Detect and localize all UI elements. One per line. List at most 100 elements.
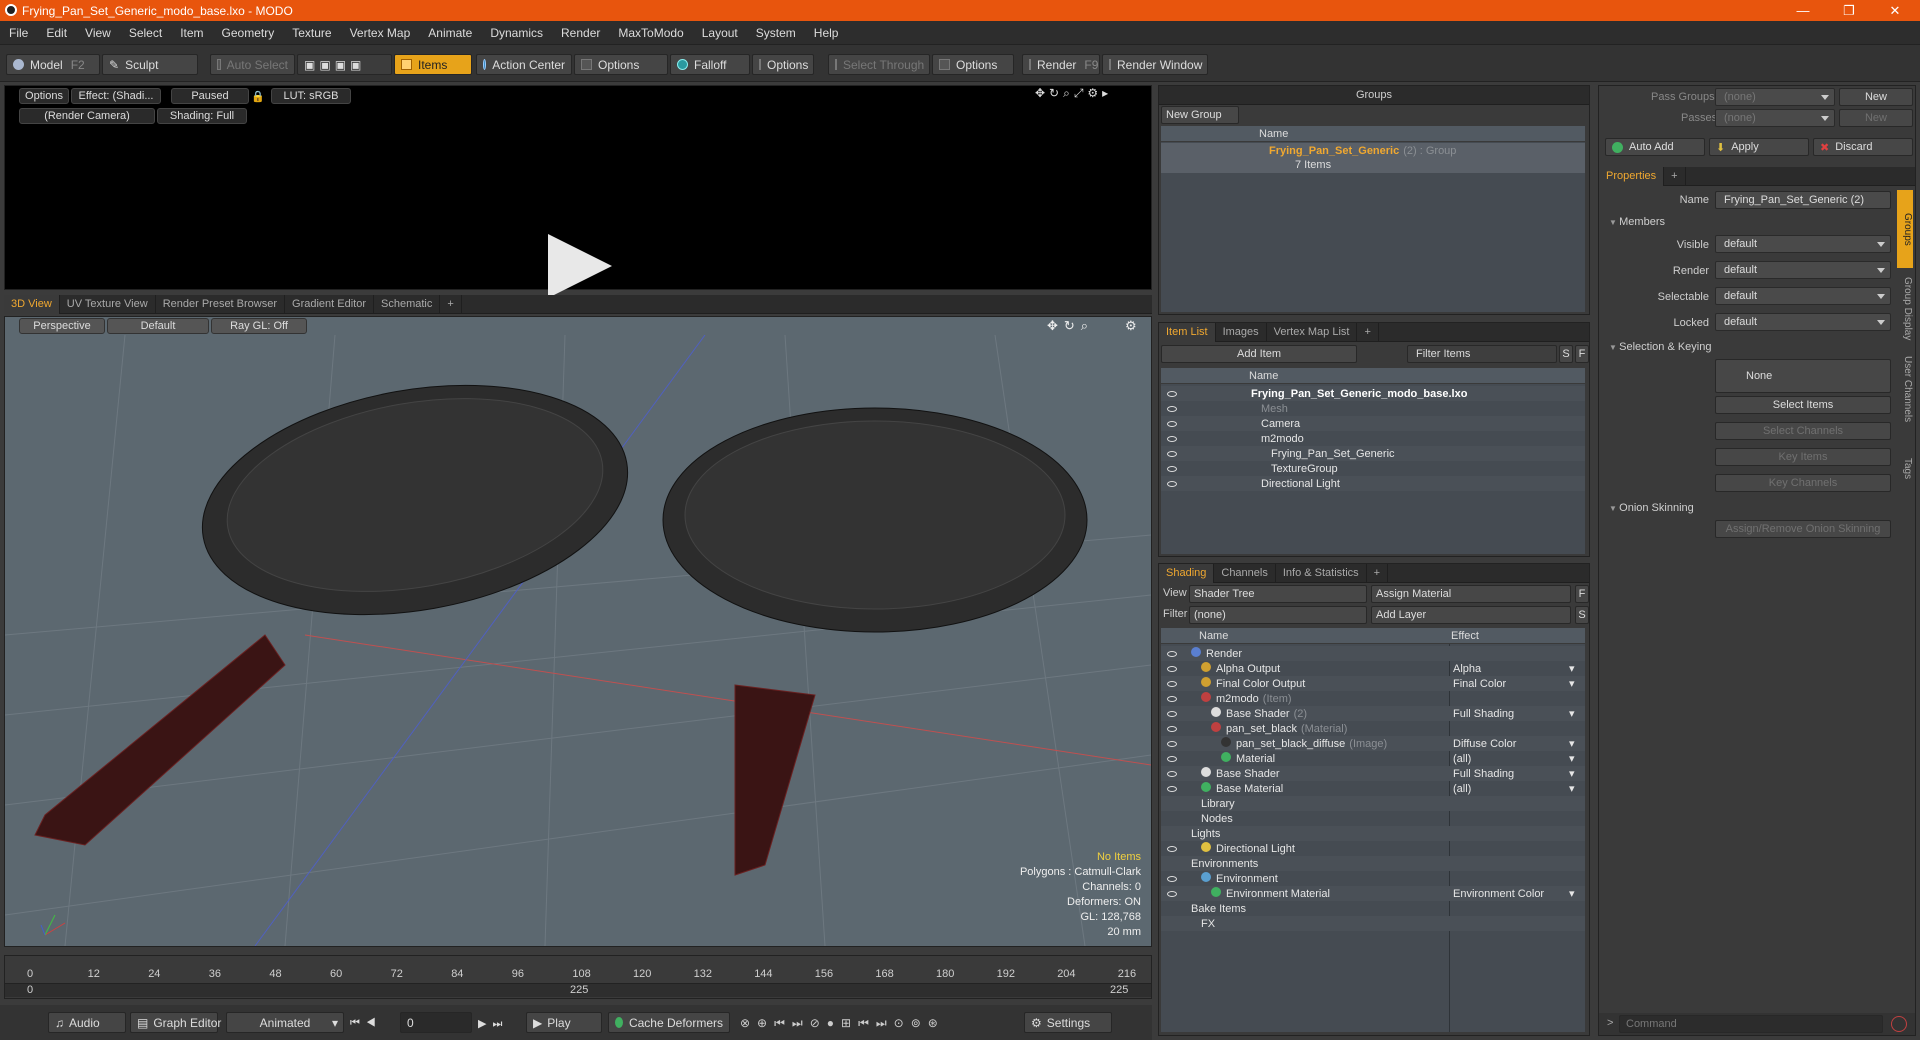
close-button[interactable]: ✕ [1872,0,1918,21]
shader-effect[interactable]: Final Color [1453,678,1506,690]
eye-icon[interactable] [1167,725,1177,732]
eye-icon[interactable] [1167,650,1177,657]
animated-dropdown[interactable]: Animated ▾ [226,1012,344,1033]
key-items-button[interactable]: Key Items [1715,448,1891,466]
auto-select-button[interactable]: Auto Select [210,54,295,75]
shader-tree-row[interactable]: pan_set_black (Material) [1161,721,1585,736]
discard-button[interactable]: ✖ Discard [1813,138,1913,156]
side-tab-0[interactable]: Groups [1897,190,1913,268]
eye-icon[interactable] [1167,695,1177,702]
none-button[interactable]: None [1715,359,1891,393]
menu-edit[interactable]: Edit [37,26,76,40]
shader-tree-row[interactable]: Base Material (all) ▾ [1161,781,1585,796]
eye-icon[interactable] [1167,845,1177,852]
chevron-down-icon[interactable]: ▾ [1569,767,1575,780]
eye-icon[interactable] [1167,405,1177,412]
render-options-button[interactable]: Options [19,88,69,104]
viewport-settings-icon[interactable]: ⚙ [1125,318,1137,334]
shader-tree-row[interactable]: Environment [1161,871,1585,886]
select-through-button[interactable]: Select Through [828,54,930,75]
minimize-button[interactable]: — [1780,0,1826,21]
eye-icon[interactable] [1167,420,1177,427]
list-item[interactable]: Mesh [1161,401,1585,416]
falloff-options-button[interactable]: Options [752,54,814,75]
eye-icon[interactable] [1167,755,1177,762]
apply-button[interactable]: ⬇ Apply [1709,138,1809,156]
shader-tree-row[interactable]: Material (all) ▾ [1161,751,1585,766]
command-input[interactable]: Command [1619,1015,1883,1033]
assign-material-button[interactable]: Assign Material [1371,585,1571,603]
eye-icon[interactable] [1167,875,1177,882]
selectable-dropdown[interactable]: default [1715,287,1891,305]
audio-button[interactable]: ♫ Audio [48,1012,126,1033]
menu-layout[interactable]: Layout [693,26,747,40]
chevron-down-icon[interactable]: ▾ [1569,707,1575,720]
current-frame-input[interactable]: 0 [400,1012,472,1033]
shader-tree-row[interactable]: Library [1161,796,1585,811]
shader-effect[interactable]: Diffuse Color [1453,738,1516,750]
shader-tree-row[interactable]: Environments [1161,856,1585,871]
eye-icon[interactable] [1167,465,1177,472]
eye-icon[interactable] [1167,770,1177,777]
group-row[interactable]: Frying_Pan_Set_Generic (2) : Group 7 Item… [1161,143,1585,173]
list-item[interactable]: Camera [1161,416,1585,431]
shader-tree-row[interactable]: Alpha Output Alpha ▾ [1161,661,1585,676]
add-layer-dropdown[interactable]: Add Layer [1371,606,1571,624]
filter-f-button[interactable]: F [1575,345,1589,363]
effect-dropdown[interactable]: Effect: (Shadi... [71,88,161,104]
eye-icon[interactable] [1167,450,1177,457]
select-channels-button[interactable]: Select Channels [1715,422,1891,440]
shader-tree-row[interactable]: Final Color Output Final Color ▾ [1161,676,1585,691]
shader-effect[interactable]: Alpha [1453,663,1481,675]
menu-dynamics[interactable]: Dynamics [481,26,552,40]
viewport-nav-icons[interactable]: ✥↻⌕ [1047,318,1094,334]
cache-deformers-button[interactable]: Cache Deformers [608,1012,730,1033]
menu-select[interactable]: Select [120,26,171,40]
action-center-options-button[interactable]: Options [574,54,668,75]
viewport-tab-0[interactable]: 3D View [4,294,60,314]
chevron-down-icon[interactable]: ▾ [1569,662,1575,675]
tab-add[interactable]: + [1664,166,1686,186]
new-pass-group-button[interactable]: New [1839,88,1913,106]
list-item[interactable]: TextureGroup [1161,461,1585,476]
settings-button[interactable]: ⚙ Settings [1024,1012,1112,1033]
frame-step-forward-icons[interactable]: ▶⏭ [478,1017,508,1031]
group-name-field[interactable]: Frying_Pan_Set_Generic (2) [1715,191,1891,209]
menu-file[interactable]: File [0,26,37,40]
shader-effect[interactable]: Full Shading [1453,708,1514,720]
shading-dropdown[interactable]: Shading: Full [157,108,247,124]
action-center-button[interactable]: Action Center [476,54,572,75]
menu-vertex-map[interactable]: Vertex Map [341,26,420,40]
list-item[interactable]: Frying_Pan_Set_Generic_modo_base.lxo [1161,386,1585,401]
locked-dropdown[interactable]: default [1715,313,1891,331]
eye-icon[interactable] [1167,890,1177,897]
chevron-down-icon[interactable]: ▾ [1569,737,1575,750]
menu-animate[interactable]: Animate [419,26,481,40]
perspective-dropdown[interactable]: Perspective [19,318,105,334]
model-mode-button[interactable]: Model F2 [6,54,100,75]
pass-groups-dropdown[interactable]: (none) [1715,88,1835,106]
key-channels-button[interactable]: Key Channels [1715,474,1891,492]
eye-icon[interactable] [1167,680,1177,687]
lut-dropdown[interactable]: LUT: sRGB [271,88,351,104]
default-style-dropdown[interactable]: Default [107,318,209,334]
shader-effect[interactable]: (all) [1453,783,1471,795]
menu-item[interactable]: Item [171,26,212,40]
side-tab-1[interactable]: Group Display [1897,270,1913,348]
eye-icon[interactable] [1167,710,1177,717]
shading-tab-3[interactable]: + [1367,563,1389,583]
shader-tree-row[interactable]: Directional Light [1161,841,1585,856]
render-view-nav-icons[interactable]: ✥↻⌕⤢⚙▸ [1035,86,1112,101]
shading-tab-0[interactable]: Shading [1159,563,1215,583]
selection-mode-buttons[interactable]: ▣ ▣ ▣ ▣ [297,54,392,75]
maximize-button[interactable]: ❐ [1826,0,1872,21]
timeline[interactable]: 0 12 24 36 48 60 72 84 96 108 120 132 144 156 168 180 19… [4,955,1152,999]
filter-s-button[interactable]: S [1559,345,1573,363]
chevron-down-icon[interactable]: ▾ [1569,677,1575,690]
key-tool-icons[interactable]: ⊗⊕⏮⏭⊘●⊞⏮⏭⊙⊚⊛ [740,1016,945,1031]
shader-tree-row[interactable]: pan_set_black_diffuse (Image) Diffuse Colo… [1161,736,1585,751]
eye-icon[interactable] [1167,435,1177,442]
shader-effect[interactable]: Environment Color [1453,888,1544,900]
new-pass-button[interactable]: New [1839,109,1913,127]
viewport-tab-5[interactable]: + [440,294,462,314]
